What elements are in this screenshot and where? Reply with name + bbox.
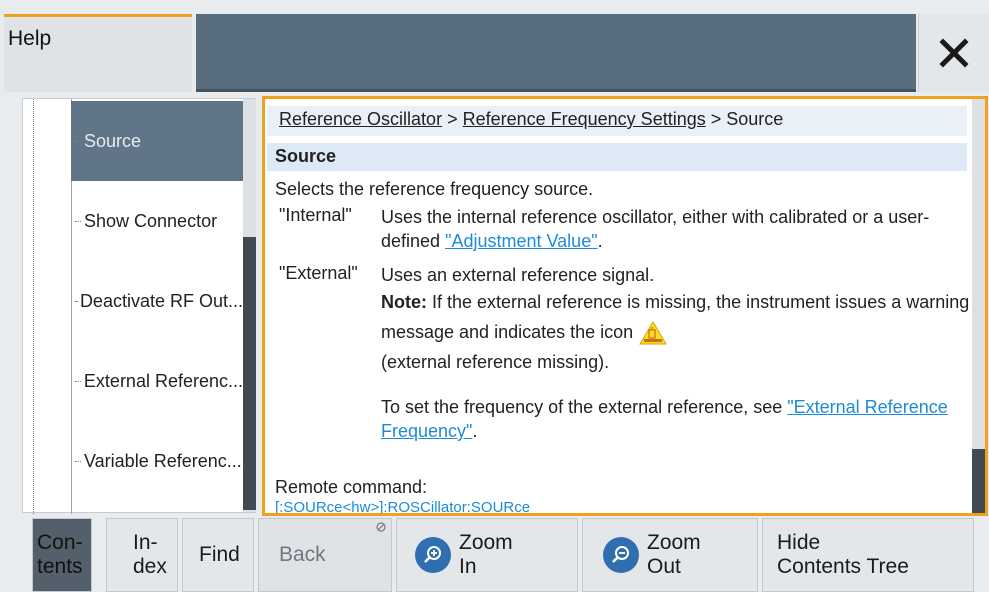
label-line: Con- [37, 531, 83, 554]
index-button-label: In- dex [133, 531, 167, 579]
tree-item-label: Source [84, 130, 142, 151]
zoom-out-icon [603, 537, 639, 573]
tree-item-show-connector[interactable]: Show Connector [71, 181, 243, 261]
tree-item-label: Variable Referenc... [84, 450, 242, 471]
tree-scrollbar[interactable] [243, 99, 256, 512]
close-button[interactable] [918, 14, 989, 92]
term-internal: "Internal" [279, 205, 352, 225]
breadcrumb: Reference Oscillator > Reference Frequen… [267, 106, 967, 136]
tree-item-external-reference[interactable]: External Referenc... [71, 341, 243, 421]
content-scrollbar[interactable] [972, 99, 985, 513]
remote-command-link[interactable]: [:SOURce<hw>]:ROSCillator:SOURce [275, 499, 530, 513]
note-label: Note: [381, 292, 427, 312]
label-line: Hide [777, 531, 821, 554]
label-line: Out [647, 555, 681, 578]
para2-tail: . [472, 421, 478, 441]
tree-scrollbar-thumb[interactable] [243, 237, 256, 510]
contents-button[interactable]: Con- tents [32, 518, 92, 592]
label-line: In- [133, 531, 158, 554]
tree-item-variable-reference[interactable]: Variable Referenc... [71, 421, 243, 501]
label-line: dex [133, 555, 167, 578]
title-bar [196, 14, 916, 92]
term-external: "External" [279, 263, 358, 283]
back-button[interactable]: Back [258, 518, 392, 592]
label-line: tents [37, 555, 83, 578]
zoom-in-label: Zoom In [459, 531, 513, 579]
window-title: Help [8, 27, 52, 50]
external-para2: To set the frequency of the external ref… [381, 395, 971, 443]
zoom-in-icon [415, 537, 451, 573]
remote-command-label: Remote command: [275, 477, 428, 497]
find-button[interactable]: Find [182, 518, 254, 592]
find-button-label: Find [199, 543, 240, 566]
topic-description: Selects the reference frequency source. [275, 179, 594, 199]
hide-contents-tree-label: Hide Contents Tree [777, 531, 909, 579]
zoom-out-button[interactable]: Zoom Out [582, 518, 758, 592]
label-line: In [459, 555, 477, 578]
label-line: Zoom [459, 531, 513, 554]
contents-tree: Source Show Connector Deactivate RF Out.… [22, 98, 256, 514]
external-note: Note: If the external reference is missi… [381, 287, 971, 347]
disabled-marker-icon [376, 522, 386, 532]
zoom-in-button[interactable]: Zoom In [396, 518, 578, 592]
definition-internal: Uses the internal reference oscillator, … [381, 205, 971, 253]
topic-heading: Source [267, 143, 967, 171]
note-text: If the external reference is missing, th… [381, 292, 970, 342]
external-reference-missing-icon [639, 321, 668, 345]
tree-item-deactivate-rf-out[interactable]: Deactivate RF Out... [71, 261, 243, 341]
help-title-tab: Help [4, 14, 192, 92]
help-content: Reference Oscillator > Reference Frequen… [262, 96, 988, 516]
breadcrumb-current: Source [726, 109, 784, 129]
back-button-label: Back [279, 543, 326, 566]
adjustment-value-link[interactable]: "Adjustment Value" [445, 231, 598, 251]
index-button[interactable]: In- dex [106, 518, 178, 592]
tree-item-source[interactable]: Source [71, 101, 243, 181]
breadcrumb-separator: > [705, 109, 727, 129]
tree-item-label: Deactivate RF Out... [79, 290, 243, 311]
label-line: Zoom [647, 531, 701, 554]
contents-button-label: Con- tents [37, 531, 83, 579]
breadcrumb-separator: > [442, 109, 463, 129]
close-icon [939, 38, 969, 68]
label-line: Contents Tree [777, 555, 909, 578]
breadcrumb-link-reference-frequency-settings[interactable]: Reference Frequency Settings [463, 109, 706, 129]
para2-text: To set the frequency of the external ref… [381, 397, 788, 417]
tree-item-label: External Referenc... [83, 370, 243, 391]
help-window: Help Source Show Connector Deactivate RF… [0, 0, 989, 592]
external-line1: Uses an external reference signal. [381, 265, 655, 285]
hide-contents-tree-button[interactable]: Hide Contents Tree [762, 518, 974, 592]
definition-external: Uses an external reference signal. Note:… [381, 263, 971, 443]
definition-internal-tail: . [597, 231, 603, 251]
tree-guide-line [33, 99, 34, 514]
icon-caption: (external reference missing). [381, 352, 610, 372]
zoom-out-label: Zoom Out [647, 531, 701, 579]
tree-item-label: Show Connector [84, 210, 218, 231]
content-scrollbar-thumb[interactable] [972, 449, 985, 513]
help-toolbar: Con- tents In- dex Find Back Zoom In Zoo… [0, 518, 989, 592]
breadcrumb-link-reference-oscillator[interactable]: Reference Oscillator [279, 109, 442, 129]
